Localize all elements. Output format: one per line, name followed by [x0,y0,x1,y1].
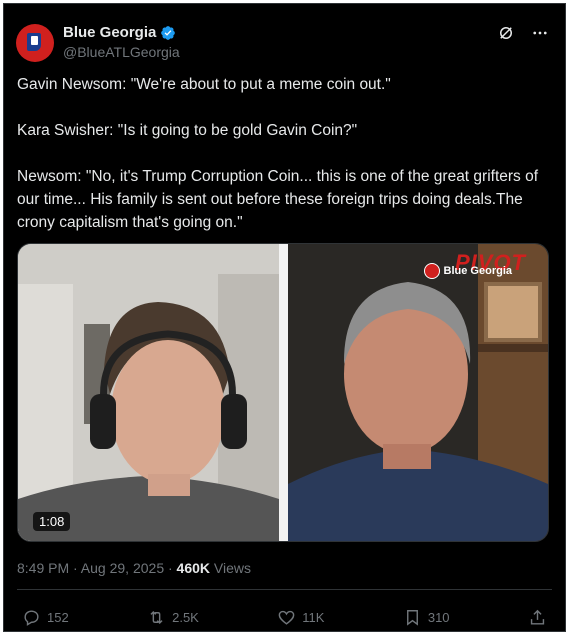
bookmark-count: 310 [427,609,450,625]
display-name[interactable]: Blue Georgia [63,24,156,41]
share-icon [530,609,545,625]
author-names: Blue Georgia @BlueATLGeorgia [63,24,180,60]
repost-icon [150,610,163,624]
bookmark-icon [406,609,418,626]
avatar[interactable] [16,24,54,62]
divider [17,589,552,590]
video-right-frame: PIVOT Blue Georgia [288,244,548,541]
views-label: Views [210,560,251,576]
reply-count: 152 [47,609,69,625]
tweet-header: Blue Georgia @BlueATLGeorgia [16,18,553,62]
reply-button[interactable]: 152 [22,608,69,627]
tweet-card: Blue Georgia @BlueATLGeorgia Gavin Newso… [3,3,566,632]
tweet-text: Gavin Newsom: "We're about to put a meme… [17,73,547,234]
grok-icon[interactable] [497,24,515,42]
video-duration: 1:08 [33,512,71,531]
reply-icon [24,609,39,626]
share-button[interactable] [528,608,547,627]
watermark: Blue Georgia [423,263,512,279]
man-speaking-image [288,244,548,541]
repost-button[interactable]: 2.5K [147,608,199,627]
repost-count: 2.5K [172,609,199,625]
timestamp[interactable]: 8:49 PM · Aug 29, 2025 · [17,560,177,576]
tweet-paragraph: Gavin Newsom: "We're about to put a meme… [17,76,391,93]
action-bar: 152 2.5K 11K 310 [22,606,547,628]
handle[interactable]: @BlueATLGeorgia [63,44,180,60]
video-player[interactable]: 1:08 PIVOT Blue Georgia [17,243,549,542]
tweet-paragraph: Kara Swisher: "Is it going to be gold Ga… [17,122,358,139]
more-icon[interactable] [531,24,549,42]
bookmark-button[interactable]: 310 [403,608,450,627]
watermark-logo-icon [423,263,440,279]
verified-badge-icon [161,25,176,40]
like-button[interactable]: 11K [277,608,324,627]
tweet-meta: 8:49 PM · Aug 29, 2025 · 460K Views [17,560,251,576]
views-count: 460K [176,560,211,576]
like-count: 11K [302,609,325,625]
tweet-paragraph: Newsom: "No, it's Trump Corruption Coin.… [17,168,539,231]
woman-with-headphones-image [18,244,279,541]
video-left-frame: 1:08 [18,244,279,541]
heart-icon [278,610,295,625]
